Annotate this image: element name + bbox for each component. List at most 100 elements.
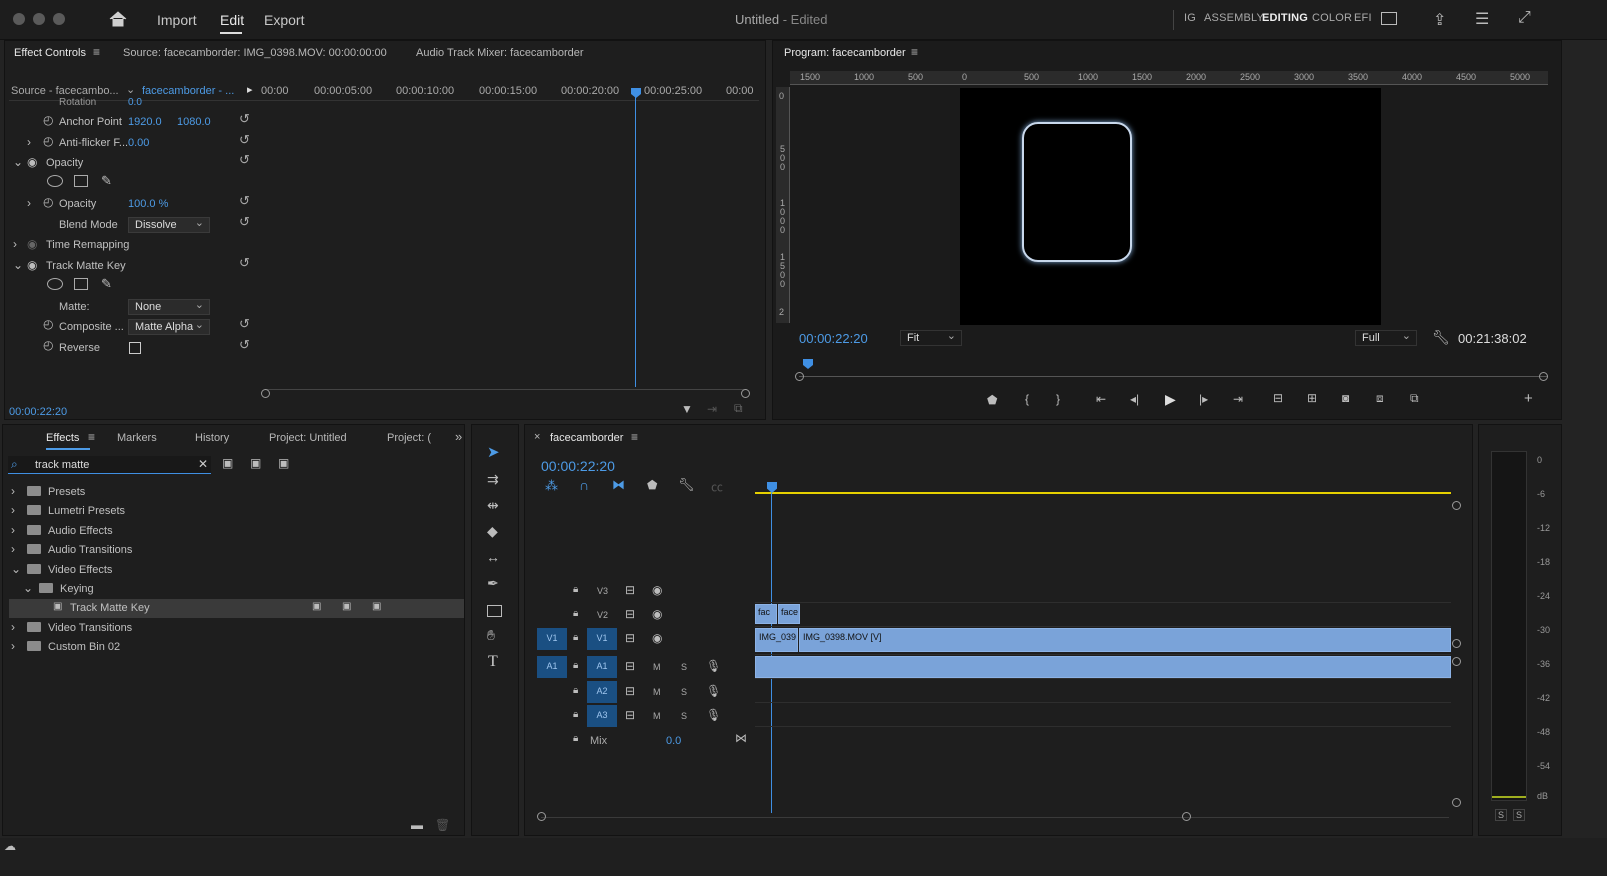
step-forward-icon[interactable]: |▸ bbox=[1199, 392, 1208, 406]
playback-resolution-select[interactable]: Full bbox=[1355, 329, 1417, 346]
mute-button[interactable]: M bbox=[653, 687, 661, 697]
matte-select[interactable]: None bbox=[128, 298, 210, 315]
mute-button[interactable]: M bbox=[653, 662, 661, 672]
lift-icon[interactable]: ⊟ bbox=[1273, 391, 1283, 405]
program-playhead[interactable] bbox=[803, 359, 813, 369]
clip-v2-b[interactable]: face bbox=[778, 604, 800, 624]
reset-icon[interactable]: ↺ bbox=[239, 316, 250, 332]
cloud-sync-icon[interactable]: ☁︎ bbox=[4, 839, 16, 853]
track-v2-label[interactable]: V2 bbox=[597, 610, 608, 620]
eye-icon[interactable]: ◉ bbox=[27, 237, 37, 251]
snap-magnet-icon[interactable]: ∩ bbox=[579, 477, 589, 493]
effect-timeline-ruler[interactable]: 00:00 00:00:05:00 00:00:10:00 00:00:15:0… bbox=[259, 81, 759, 101]
tree-item-audio-transitions[interactable]: › Audio Transitions bbox=[3, 541, 464, 560]
linked-selection-icon[interactable]: ⧓ bbox=[612, 477, 625, 493]
slip-tool-icon[interactable]: ↔ bbox=[486, 549, 500, 565]
razor-tool-icon[interactable]: ◆ bbox=[487, 523, 498, 540]
export-frame-icon[interactable]: ⇥ bbox=[707, 402, 717, 416]
source-clip-dropdown[interactable]: Source - facecambo... bbox=[11, 85, 119, 97]
microphone-icon[interactable]: 🎙︎ bbox=[706, 708, 721, 722]
timeline-timecode[interactable]: 00:00:22:20 bbox=[541, 458, 615, 474]
play-icon[interactable]: ▶ bbox=[1165, 391, 1176, 408]
microphone-icon[interactable]: 🎙︎ bbox=[706, 659, 721, 673]
opacity-value[interactable]: 100.0 % bbox=[128, 198, 168, 210]
panel-menu-icon[interactable]: ≡ bbox=[93, 45, 100, 59]
tab-audio-track-mixer[interactable]: Audio Track Mixer: facecamborder bbox=[416, 47, 584, 59]
extract-icon[interactable]: ⊞ bbox=[1307, 391, 1317, 405]
lock-icon[interactable]: 🔒︎ bbox=[573, 632, 578, 643]
tab-project-other[interactable]: Project: ( bbox=[387, 432, 431, 444]
vertical-scroll-handle-audio[interactable] bbox=[1452, 657, 1461, 666]
clip-a1[interactable] bbox=[755, 656, 1451, 678]
timeline-horizontal-scrollbar[interactable] bbox=[541, 817, 1449, 818]
button-editor-plus-icon[interactable]: + bbox=[1524, 390, 1533, 407]
wrench-icon[interactable]: 🔧︎ bbox=[1432, 329, 1450, 346]
mark-in-icon[interactable]: { bbox=[1025, 392, 1029, 406]
accelerated-effects-icon[interactable]: ▣ bbox=[222, 456, 233, 470]
home-icon[interactable] bbox=[108, 10, 128, 28]
scroll-handle-right[interactable] bbox=[741, 389, 750, 398]
reverse-checkbox[interactable] bbox=[129, 342, 141, 354]
new-bin-icon[interactable]: ▬ bbox=[411, 818, 423, 832]
vertical-scroll-handle-bottom[interactable] bbox=[1452, 798, 1461, 807]
workspace-tab-ig[interactable]: IG bbox=[1184, 12, 1196, 24]
hand-tool-icon[interactable]: ✋︎ bbox=[487, 627, 495, 644]
menu-import[interactable]: Import bbox=[157, 12, 197, 28]
camera-icon[interactable]: ◙ bbox=[1342, 391, 1349, 405]
composite-select[interactable]: Matte Alpha bbox=[128, 318, 210, 335]
filter-icon[interactable]: ▼ bbox=[681, 402, 693, 416]
nest-sequences-icon[interactable]: ⁂ bbox=[545, 478, 558, 494]
track-a2-label[interactable]: A2 bbox=[587, 681, 617, 703]
chevron-down-icon[interactable]: ⌄ bbox=[13, 258, 23, 272]
workspace-tab-assembly[interactable]: ASSEMBLY bbox=[1204, 12, 1264, 24]
lock-icon[interactable]: 🔒︎ bbox=[573, 733, 578, 744]
sync-lock-icon[interactable]: ⊟ bbox=[625, 631, 635, 645]
reset-icon[interactable]: ↺ bbox=[239, 152, 250, 168]
reset-icon[interactable]: ↺ bbox=[239, 255, 250, 271]
pen-mask-icon[interactable]: ✎ bbox=[101, 276, 112, 292]
toggle-icon[interactable]: ⧉ bbox=[734, 401, 743, 416]
clear-search-icon[interactable]: ✕ bbox=[198, 457, 208, 471]
program-scrub-bar[interactable] bbox=[799, 376, 1547, 377]
go-to-in-icon[interactable]: ⇤ bbox=[1096, 392, 1106, 406]
sync-lock-icon[interactable]: ⊟ bbox=[625, 684, 635, 698]
microphone-icon[interactable]: 🎙︎ bbox=[706, 684, 721, 698]
yuv-effects-icon[interactable]: ▣ bbox=[278, 456, 289, 470]
solo-button[interactable]: S bbox=[681, 687, 687, 697]
tree-item-video-effects[interactable]: ⌄ Video Effects bbox=[3, 561, 464, 580]
reset-icon[interactable]: ↺ bbox=[239, 193, 250, 209]
stopwatch-icon[interactable]: ◴ bbox=[43, 338, 53, 352]
solo-button[interactable]: S bbox=[681, 662, 687, 672]
video-preview[interactable] bbox=[960, 88, 1381, 325]
lock-icon[interactable]: 🔒︎ bbox=[573, 685, 578, 696]
stopwatch-icon[interactable]: ◴ bbox=[43, 195, 53, 209]
eye-icon[interactable]: ◉ bbox=[652, 607, 662, 621]
tab-effects[interactable]: Effects bbox=[46, 432, 79, 444]
tree-item-custom-bin[interactable]: › Custom Bin 02 bbox=[3, 638, 464, 657]
anchor-y-value[interactable]: 1080.0 bbox=[177, 116, 211, 128]
program-timecode[interactable]: 00:00:22:20 bbox=[799, 331, 868, 346]
effect-controls-timecode[interactable]: 00:00:22:20 bbox=[9, 406, 67, 418]
blend-mode-select[interactable]: Dissolve bbox=[128, 216, 210, 233]
sync-lock-icon[interactable]: ⊟ bbox=[625, 708, 635, 722]
source-patch-a1[interactable]: A1 bbox=[537, 656, 567, 678]
tree-item-lumetri-presets[interactable]: › Lumetri Presets bbox=[3, 502, 464, 521]
rotation-value[interactable]: 0.0 bbox=[128, 97, 142, 108]
track-a3-label[interactable]: A3 bbox=[587, 705, 617, 727]
workspaces-panel-icon[interactable] bbox=[1381, 12, 1397, 25]
track-v3-label[interactable]: V3 bbox=[597, 586, 608, 596]
panel-menu-icon[interactable]: ≡ bbox=[88, 430, 95, 444]
chevron-down-icon[interactable]: ⌄ bbox=[13, 155, 23, 169]
go-to-end-icon[interactable]: ⋈ bbox=[735, 731, 747, 745]
program-monitor-title[interactable]: Program: facecamborder bbox=[784, 47, 906, 59]
timeline-ruler[interactable] bbox=[755, 475, 1451, 495]
go-to-out-icon[interactable]: ⇥ bbox=[1233, 392, 1243, 406]
tree-item-presets[interactable]: › Presets bbox=[3, 483, 464, 502]
workspace-tab-effects[interactable]: EFI bbox=[1354, 12, 1372, 24]
comparison-view-icon[interactable]: ⧈ bbox=[1376, 391, 1384, 406]
stopwatch-icon[interactable]: ◴ bbox=[43, 113, 53, 127]
tree-item-video-transitions[interactable]: › Video Transitions bbox=[3, 619, 464, 638]
reset-icon[interactable]: ↺ bbox=[239, 214, 250, 230]
track-select-tool-icon[interactable]: ⇉ bbox=[487, 471, 499, 488]
vertical-scroll-handle-top[interactable] bbox=[1452, 501, 1461, 510]
